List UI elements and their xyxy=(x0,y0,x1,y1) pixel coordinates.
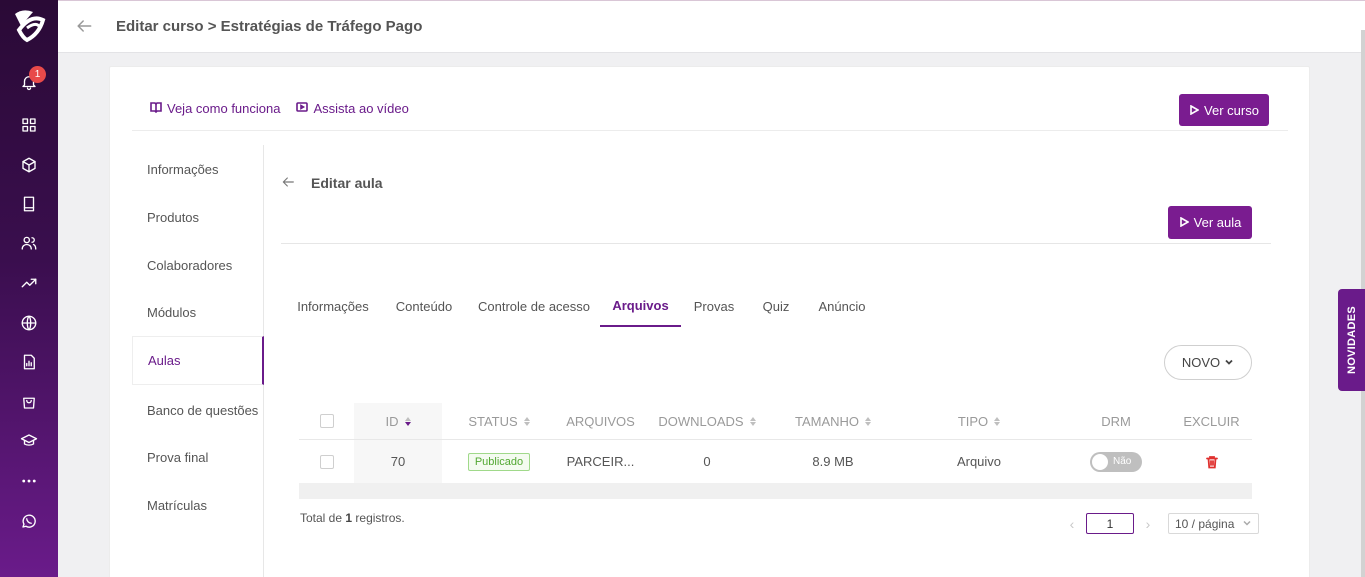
sort-icon xyxy=(994,416,1001,426)
course-side-menu: Informações Produtos Colaboradores Módul… xyxy=(132,145,264,577)
row-arquivo[interactable]: PARCEIR... xyxy=(556,440,645,483)
side-item-prova-final[interactable]: Prova final xyxy=(132,433,264,481)
next-page-icon[interactable]: › xyxy=(1142,516,1154,532)
side-item-colaboradores[interactable]: Colaboradores xyxy=(132,241,264,289)
watch-video-link[interactable]: Assista ao vídeo xyxy=(296,101,409,116)
select-all-checkbox[interactable] xyxy=(299,403,354,439)
pagination: ‹ 1 › 10 / página xyxy=(1066,513,1259,534)
lesson-title: Editar aula xyxy=(311,175,383,191)
how-it-works-link[interactable]: Veja como funciona xyxy=(150,101,280,116)
col-downloads[interactable]: DOWNLOADS xyxy=(645,403,769,439)
tab-arquivos[interactable]: Arquivos xyxy=(600,285,681,327)
total-records: Total de 1 registros. xyxy=(300,511,405,525)
more-icon[interactable] xyxy=(19,471,39,491)
lesson-back-arrow-icon[interactable] xyxy=(280,174,298,192)
novo-dropdown-button[interactable]: NOVO xyxy=(1164,345,1252,380)
col-status[interactable]: STATUS xyxy=(442,403,556,439)
side-item-aulas[interactable]: Aulas xyxy=(132,336,264,385)
tab-conteudo[interactable]: Conteúdo xyxy=(394,285,454,327)
app-rail: 1 xyxy=(0,0,58,577)
delete-trash-icon[interactable] xyxy=(1171,440,1252,483)
side-item-matriculas[interactable]: Matrículas xyxy=(132,481,264,529)
files-table: ID STATUS ARQUIVOS DOWNLOADS TAMANHO TIP… xyxy=(299,403,1252,499)
video-icon xyxy=(296,101,309,116)
sort-icon xyxy=(749,416,756,426)
row-downloads: 0 xyxy=(703,454,711,469)
course-editor-card: Veja como funciona Assista ao vídeo Ver … xyxy=(109,66,1310,577)
row-checkbox[interactable] xyxy=(299,440,354,483)
tab-provas[interactable]: Provas xyxy=(693,285,735,327)
side-item-banco-questoes[interactable]: Banco de questões xyxy=(132,386,264,434)
col-tipo[interactable]: TIPO xyxy=(897,403,1061,439)
prev-page-icon[interactable]: ‹ xyxy=(1066,516,1078,532)
tab-quiz[interactable]: Quiz xyxy=(760,285,792,327)
col-id[interactable]: ID xyxy=(354,403,442,439)
col-tamanho[interactable]: TAMANHO xyxy=(769,403,897,439)
dashboard-grid-icon[interactable] xyxy=(19,115,39,135)
page-size-select[interactable]: 10 / página xyxy=(1168,513,1259,534)
play-icon xyxy=(1189,103,1200,118)
open-book-icon xyxy=(150,101,162,116)
page-number-input[interactable]: 1 xyxy=(1086,513,1134,534)
col-drm: DRM xyxy=(1101,413,1131,429)
side-item-produtos[interactable]: Produtos xyxy=(132,193,264,241)
col-excluir: EXCLUIR xyxy=(1183,413,1240,429)
top-bar: Editar curso > Estratégias de Tráfego Pa… xyxy=(58,0,1365,53)
breadcrumb: Editar curso > Estratégias de Tráfego Pa… xyxy=(116,18,423,35)
col-arquivos: ARQUIVOS xyxy=(566,413,635,429)
row-tipo: Arquivo xyxy=(956,454,1002,469)
divider xyxy=(132,130,1288,131)
drm-toggle[interactable]: Não xyxy=(1090,451,1142,472)
ver-curso-button[interactable]: Ver curso xyxy=(1179,94,1269,126)
book-icon[interactable] xyxy=(19,194,39,214)
table-scroll-area xyxy=(299,483,1252,499)
chevron-down-icon xyxy=(1224,355,1234,370)
side-item-modulos[interactable]: Módulos xyxy=(132,288,264,336)
app-logo-icon[interactable] xyxy=(9,4,49,48)
globe-icon[interactable] xyxy=(19,313,39,333)
ver-aula-button[interactable]: Ver aula xyxy=(1168,206,1252,239)
whatsapp-icon[interactable] xyxy=(19,511,39,531)
graduation-cap-icon[interactable] xyxy=(19,431,39,451)
users-icon[interactable] xyxy=(19,233,39,253)
row-status: Publicado xyxy=(442,440,556,483)
sort-icon xyxy=(865,416,872,426)
row-drm: Não xyxy=(1061,440,1171,483)
sort-icon xyxy=(404,416,411,426)
shopping-bag-icon[interactable] xyxy=(19,392,39,412)
status-badge: Publicado xyxy=(467,452,531,471)
side-item-informacoes[interactable]: Informações xyxy=(132,145,264,193)
row-tamanho: 8.9 MB xyxy=(812,454,854,469)
novidades-tab[interactable]: NOVIDADES xyxy=(1338,289,1365,391)
divider xyxy=(281,243,1271,244)
table-row: 70 Publicado PARCEIR... 0 8.9 MB Arquivo… xyxy=(299,440,1252,483)
report-icon[interactable] xyxy=(19,352,39,372)
box-icon[interactable] xyxy=(19,155,39,175)
trending-up-icon[interactable] xyxy=(19,273,39,293)
lesson-tabs: Informações Conteúdo Controle de acesso … xyxy=(282,285,982,327)
play-icon xyxy=(1179,215,1190,230)
sort-icon xyxy=(523,416,530,426)
notification-badge: 1 xyxy=(29,66,46,83)
chevron-down-icon xyxy=(1242,517,1252,531)
back-arrow-icon[interactable] xyxy=(74,16,94,36)
tab-controle-acesso[interactable]: Controle de acesso xyxy=(478,285,590,327)
help-links: Veja como funciona Assista ao vídeo xyxy=(150,101,409,116)
tab-informacoes[interactable]: Informações xyxy=(296,285,370,327)
table-header: ID STATUS ARQUIVOS DOWNLOADS TAMANHO TIP… xyxy=(299,403,1252,440)
tab-anuncio[interactable]: Anúncio xyxy=(816,285,868,327)
row-id: 70 xyxy=(354,440,442,483)
